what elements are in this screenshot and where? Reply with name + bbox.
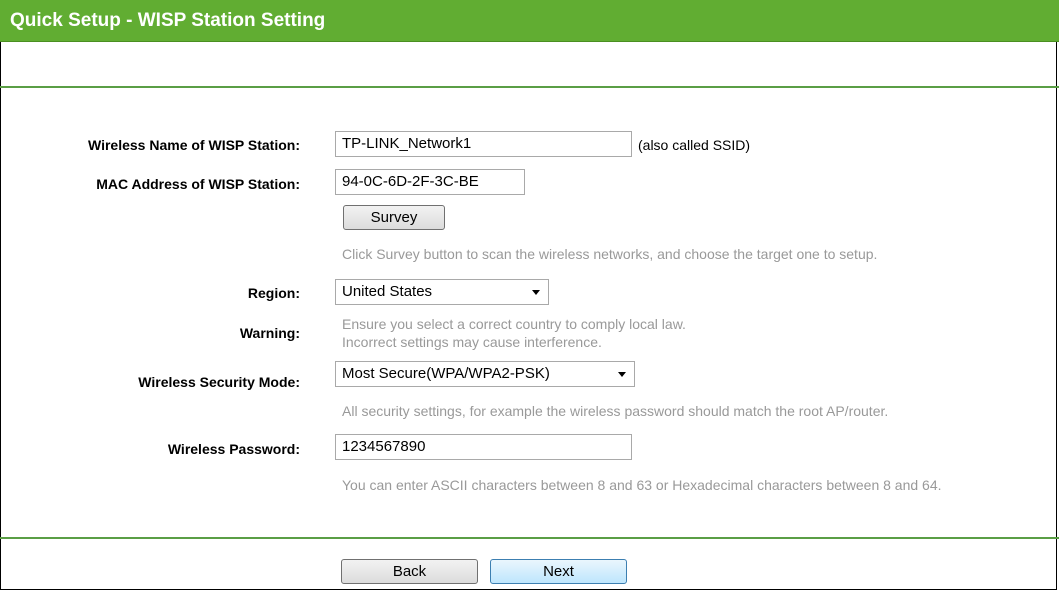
- chevron-down-icon: [532, 290, 540, 295]
- ssid-note: (also called SSID): [638, 137, 751, 153]
- warning-line-1: Ensure you select a correct country to c…: [342, 316, 686, 332]
- security-mode-select[interactable]: Most Secure(WPA/WPA2-PSK): [335, 361, 635, 387]
- mac-label: MAC Address of WISP Station:: [96, 176, 300, 192]
- password-input[interactable]: 1234567890: [335, 434, 632, 460]
- survey-hint: Click Survey button to scan the wireless…: [342, 246, 878, 262]
- mac-input[interactable]: 94-0C-6D-2F-3C-BE: [335, 169, 525, 195]
- password-label: Wireless Password:: [167, 441, 300, 457]
- back-button[interactable]: Back: [341, 559, 478, 584]
- warning-label: Warning:: [239, 325, 300, 341]
- title-bar: Quick Setup - WISP Station Setting: [0, 0, 1059, 42]
- region-value: United States: [342, 283, 433, 300]
- next-button[interactable]: Next: [490, 559, 627, 584]
- security-hint: All security settings, for example the w…: [342, 403, 889, 419]
- chevron-down-icon: [618, 372, 626, 377]
- ssid-label: Wireless Name of WISP Station:: [88, 137, 300, 153]
- warning-line-2: Incorrect settings may cause interferenc…: [342, 334, 602, 350]
- security-mode-value: Most Secure(WPA/WPA2-PSK): [342, 365, 550, 382]
- ssid-input[interactable]: TP-LINK_Network1: [335, 131, 632, 157]
- region-select[interactable]: United States: [335, 279, 549, 305]
- password-hint: You can enter ASCII characters between 8…: [342, 477, 942, 493]
- security-mode-label: Wireless Security Mode:: [138, 374, 300, 390]
- top-divider: [0, 86, 1059, 88]
- bottom-divider: [0, 537, 1059, 539]
- region-label: Region:: [247, 285, 300, 301]
- page-title: Quick Setup - WISP Station Setting: [10, 10, 326, 31]
- survey-button[interactable]: Survey: [343, 205, 445, 230]
